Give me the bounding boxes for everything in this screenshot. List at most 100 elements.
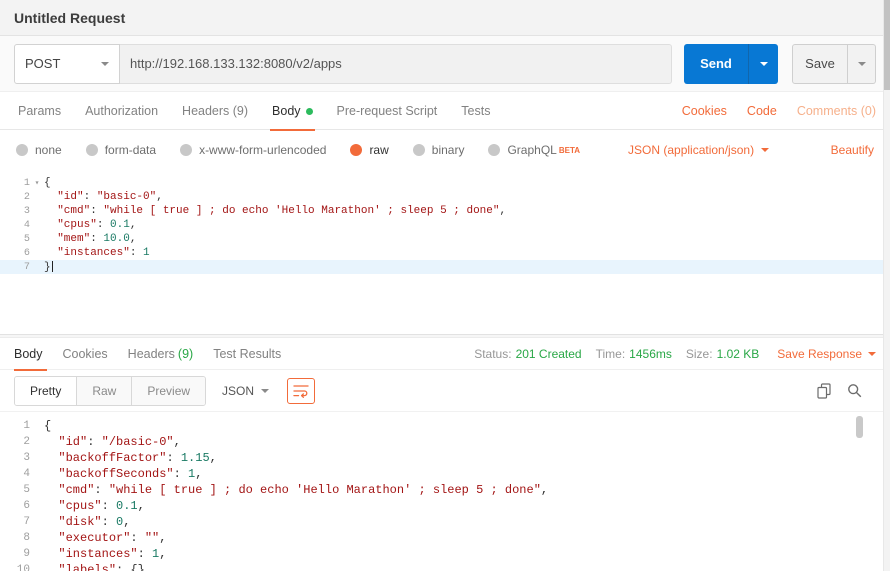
response-tab-body[interactable]: Body bbox=[14, 338, 53, 370]
tab-label: Body bbox=[272, 104, 301, 118]
code-text: { bbox=[44, 419, 51, 433]
wrap-lines-button[interactable] bbox=[287, 378, 315, 404]
response-scrollbar[interactable] bbox=[856, 416, 863, 566]
code-text: "id": "basic-0", bbox=[44, 191, 163, 203]
response-toolbar: Pretty Raw Preview JSON bbox=[0, 370, 890, 412]
beautify-link[interactable]: Beautify bbox=[831, 143, 874, 157]
preview-view-tab[interactable]: Preview bbox=[132, 377, 205, 405]
radio-label: none bbox=[35, 143, 62, 157]
code-text: "mem": 10.0, bbox=[44, 233, 136, 245]
code-text: "instances": 1 bbox=[44, 247, 150, 259]
line-number: 6 bbox=[0, 500, 30, 512]
code-text: "labels": {}, bbox=[44, 563, 152, 571]
line-number: 2 bbox=[0, 436, 30, 448]
url-input[interactable] bbox=[120, 44, 672, 84]
search-response-button[interactable] bbox=[847, 383, 862, 398]
chevron-down-icon bbox=[261, 389, 269, 393]
headers-count: (9) bbox=[178, 347, 193, 361]
tab-label: Pre-request Script bbox=[337, 104, 438, 118]
request-title: Untitled Request bbox=[14, 10, 125, 26]
postman-app: Untitled Request POST Send Save Params A… bbox=[0, 0, 890, 571]
radio-label: binary bbox=[432, 143, 465, 157]
content-type-select[interactable]: JSON (application/json) bbox=[628, 143, 769, 157]
radio-icon bbox=[86, 144, 98, 156]
raw-view-tab[interactable]: Raw bbox=[77, 377, 132, 405]
copy-response-button[interactable] bbox=[817, 383, 831, 399]
radio-label: raw bbox=[369, 143, 388, 157]
line-number: 5 bbox=[0, 484, 30, 496]
radio-binary[interactable]: binary bbox=[413, 143, 465, 157]
request-url-bar: POST Send Save bbox=[0, 36, 890, 92]
code-text: "backoffSeconds": 1, bbox=[44, 467, 202, 481]
time-value: 1456ms bbox=[629, 347, 672, 361]
response-header: Body Cookies Headers(9) Test Results Sta… bbox=[0, 338, 890, 370]
line-number: 4 bbox=[0, 468, 30, 480]
toolbar-right bbox=[801, 383, 876, 399]
line-number: 1 bbox=[0, 178, 30, 189]
code-text: "backoffFactor": 1.15, bbox=[44, 451, 217, 465]
page-scrollbar[interactable] bbox=[883, 0, 890, 571]
tab-authorization[interactable]: Authorization bbox=[73, 92, 170, 130]
code-line-6: 6 "cpus": 0.1, bbox=[0, 498, 890, 514]
code-text: "cpus": 0.1, bbox=[44, 499, 145, 513]
code-line-5: 5 "mem": 10.0, bbox=[0, 232, 890, 246]
send-options-button[interactable] bbox=[748, 44, 778, 84]
code-text: { bbox=[44, 177, 51, 189]
radio-x-www-form-urlencoded[interactable]: x-www-form-urlencoded bbox=[180, 143, 326, 157]
radio-label: x-www-form-urlencoded bbox=[199, 143, 326, 157]
code-text: "cmd": "while [ true ] ; do echo 'Hello … bbox=[44, 483, 548, 497]
method-select[interactable]: POST bbox=[14, 44, 120, 84]
code-text: "cpus": 0.1, bbox=[44, 219, 136, 231]
tab-params[interactable]: Params bbox=[6, 92, 73, 130]
comments-link[interactable]: Comments (0) bbox=[797, 104, 876, 118]
save-options-button[interactable] bbox=[848, 44, 876, 84]
scrollbar-thumb[interactable] bbox=[856, 416, 863, 438]
tab-label: Body bbox=[14, 347, 43, 361]
line-number: 7 bbox=[0, 516, 30, 528]
request-body-editor[interactable]: 1▾{2 "id": "basic-0",3 "cmd": "while [ t… bbox=[0, 170, 890, 334]
scrollbar-thumb[interactable] bbox=[884, 0, 890, 90]
send-button-group: Send bbox=[684, 44, 778, 84]
response-tab-headers[interactable]: Headers(9) bbox=[118, 338, 204, 370]
body-content-dot bbox=[306, 108, 313, 115]
chevron-down-icon bbox=[858, 62, 866, 66]
tab-body[interactable]: Body bbox=[260, 92, 325, 130]
tab-label: Test Results bbox=[213, 347, 281, 361]
response-language-select[interactable]: JSON bbox=[222, 384, 269, 398]
time-label: Time: bbox=[596, 347, 626, 361]
code-line-2: 2 "id": "basic-0", bbox=[0, 190, 890, 204]
code-line-3: 3 "backoffFactor": 1.15, bbox=[0, 450, 890, 466]
code-line-6: 6 "instances": 1 bbox=[0, 246, 890, 260]
radio-label: GraphQL bbox=[507, 143, 556, 157]
cookies-link[interactable]: Cookies bbox=[682, 104, 727, 118]
response-tab-test-results[interactable]: Test Results bbox=[203, 338, 291, 370]
chevron-down-icon bbox=[760, 62, 768, 66]
tab-label: Tests bbox=[461, 104, 490, 118]
code-text: "disk": 0, bbox=[44, 515, 130, 529]
save-response-button[interactable]: Save Response bbox=[777, 347, 876, 361]
line-number: 5 bbox=[0, 234, 30, 245]
line-number: 1 bbox=[0, 420, 30, 432]
radio-icon bbox=[16, 144, 28, 156]
save-button[interactable]: Save bbox=[792, 44, 848, 84]
tab-headers[interactable]: Headers (9) bbox=[170, 92, 260, 130]
code-line-1: 1{ bbox=[0, 418, 890, 434]
radio-raw[interactable]: raw bbox=[350, 143, 388, 157]
response-tab-cookies[interactable]: Cookies bbox=[53, 338, 118, 370]
radio-form-data[interactable]: form-data bbox=[86, 143, 156, 157]
tab-tests[interactable]: Tests bbox=[449, 92, 502, 130]
code-line-8: 8 "executor": "", bbox=[0, 530, 890, 546]
pretty-view-tab[interactable]: Pretty bbox=[15, 377, 77, 405]
send-button[interactable]: Send bbox=[684, 44, 748, 84]
wrap-lines-icon bbox=[293, 384, 309, 398]
code-link[interactable]: Code bbox=[747, 104, 777, 118]
radio-none[interactable]: none bbox=[16, 143, 62, 157]
tab-pre-request-script[interactable]: Pre-request Script bbox=[325, 92, 450, 130]
radio-icon bbox=[488, 144, 500, 156]
radio-graphql[interactable]: GraphQLBETA bbox=[488, 143, 580, 157]
tab-label: Cookies bbox=[63, 347, 108, 361]
code-line-9: 9 "instances": 1, bbox=[0, 546, 890, 562]
code-text: "cmd": "while [ true ] ; do echo 'Hello … bbox=[44, 205, 506, 217]
fold-arrow-icon[interactable]: ▾ bbox=[30, 178, 44, 188]
response-body-editor[interactable]: 1{2 "id": "/basic-0",3 "backoffFactor": … bbox=[0, 412, 890, 571]
